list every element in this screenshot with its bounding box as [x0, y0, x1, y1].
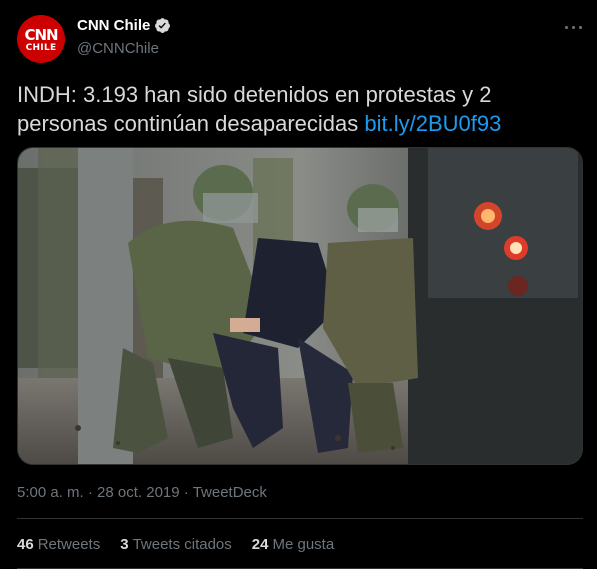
tweet-photo[interactable] [17, 147, 583, 465]
author-handle[interactable]: @CNNChile [77, 40, 159, 57]
likes-label: Me gusta [272, 536, 335, 553]
quotes-label: Tweets citados [132, 536, 232, 553]
avatar-logo-text: CNN [24, 25, 58, 44]
verified-badge-icon [155, 18, 171, 33]
tweet-link[interactable]: bit.ly/2BU0f93 [364, 111, 501, 136]
author-name-row[interactable]: CNN Chile [77, 17, 171, 34]
divider [17, 518, 583, 519]
author-display-name[interactable]: CNN Chile [77, 17, 150, 34]
tweet-stats: 46 Retweets 3 Tweets citados 24 Me gusta [17, 536, 354, 553]
tweet-source[interactable]: TweetDeck [193, 484, 267, 501]
meta-separator: · [87, 484, 93, 501]
meta-separator: · [183, 484, 189, 501]
tweet-meta: 5:00 a. m. · 28 oct. 2019 · TweetDeck [17, 484, 267, 501]
retweets-stat[interactable]: 46 Retweets [17, 536, 100, 553]
retweets-label: Retweets [37, 536, 101, 553]
tweet-card: CNN CHILE CNN Chile @CNNChile INDH: 3.19… [0, 0, 597, 569]
tweet-text: INDH: 3.193 han sido detenidos en protes… [17, 80, 583, 138]
photo-image [18, 148, 582, 464]
tweet-date[interactable]: 28 oct. 2019 [97, 484, 180, 501]
quotes-stat[interactable]: 3 Tweets citados [120, 536, 232, 553]
quotes-count: 3 [120, 536, 129, 553]
likes-stat[interactable]: 24 Me gusta [252, 536, 334, 553]
retweets-count: 46 [17, 536, 34, 553]
more-options-icon[interactable] [558, 14, 588, 40]
avatar-sub-text: CHILE [25, 42, 57, 53]
likes-count: 24 [251, 536, 269, 553]
author-avatar[interactable]: CNN CHILE [17, 15, 65, 63]
tweet-time[interactable]: 5:00 a. m. [17, 484, 84, 501]
